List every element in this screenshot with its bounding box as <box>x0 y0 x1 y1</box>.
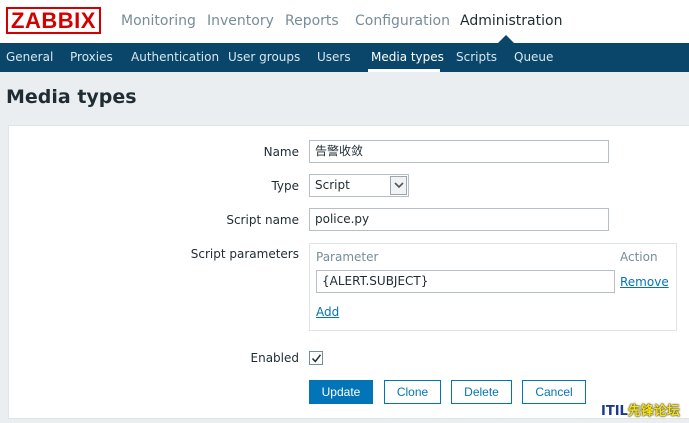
parameter-column-header: Parameter <box>316 250 379 264</box>
top-nav-monitoring[interactable]: Monitoring <box>121 12 196 30</box>
remove-parameter-link[interactable]: Remove <box>620 275 669 290</box>
add-parameter-link[interactable]: Add <box>316 305 339 320</box>
chevron-down-icon <box>394 182 404 189</box>
watermark-suffix: 先锋论坛 <box>627 404 680 419</box>
sub-nav-authentication[interactable]: Authentication <box>131 50 219 65</box>
page-title: Media types <box>6 86 137 108</box>
top-nav-configuration[interactable]: Configuration <box>355 12 450 30</box>
forum-watermark: ITIL先锋论坛 <box>601 404 680 420</box>
checkmark-icon <box>311 354 322 363</box>
enabled-checkbox[interactable] <box>309 351 323 365</box>
delete-button[interactable]: Delete <box>451 380 512 404</box>
sub-nav-user-groups[interactable]: User groups <box>228 50 300 65</box>
watermark-prefix: ITIL <box>601 404 628 419</box>
top-nav-reports[interactable]: Reports <box>285 12 339 30</box>
script-parameters-label: Script parameters <box>190 247 299 261</box>
script-parameters-table: Parameter Action {ALERT.SUBJECT} Remove … <box>309 243 677 331</box>
type-select[interactable]: Script <box>309 174 409 197</box>
script-name-label: Script name <box>226 213 299 227</box>
action-column-header: Action <box>620 250 658 264</box>
sub-nav: General Proxies Authentication User grou… <box>0 43 689 72</box>
type-label: Type <box>271 179 299 193</box>
sub-nav-users[interactable]: Users <box>317 50 351 65</box>
sub-nav-proxies[interactable]: Proxies <box>70 50 113 65</box>
sub-nav-scripts[interactable]: Scripts <box>456 50 497 65</box>
top-nav-inventory[interactable]: Inventory <box>207 12 274 30</box>
enabled-label: Enabled <box>250 351 300 365</box>
sub-nav-media-types[interactable]: Media types <box>371 50 444 65</box>
type-select-value: Script <box>315 178 350 192</box>
name-label: Name <box>263 145 299 159</box>
top-bar: ZABBIX Monitoring Inventory Reports Conf… <box>0 0 689 43</box>
update-button[interactable]: Update <box>309 380 373 404</box>
clone-button[interactable]: Clone <box>384 380 441 404</box>
active-section-caret-icon <box>498 35 514 43</box>
name-field[interactable]: 告警收敛 <box>309 140 609 163</box>
active-tab-indicator <box>368 69 440 72</box>
sub-nav-queue[interactable]: Queue <box>514 50 553 65</box>
sub-nav-general[interactable]: General <box>6 50 53 65</box>
parameter-input[interactable]: {ALERT.SUBJECT} <box>316 270 615 293</box>
script-name-field[interactable]: police.py <box>309 208 609 231</box>
zabbix-logo[interactable]: ZABBIX <box>6 7 101 34</box>
select-dropdown-button[interactable] <box>390 176 407 195</box>
cancel-button[interactable]: Cancel <box>522 380 586 404</box>
top-nav-administration[interactable]: Administration <box>460 12 562 30</box>
